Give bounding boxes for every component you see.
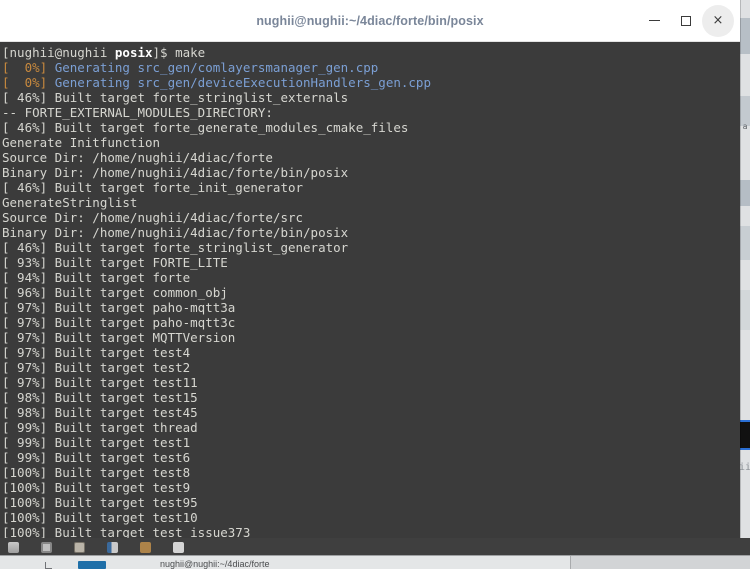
terminal-line: [ 46%] Built target forte_init_generator — [2, 180, 740, 195]
terminal-line-text: Generate Initfunction — [2, 134, 161, 150]
archive-icon[interactable] — [74, 541, 85, 553]
close-icon: × — [712, 13, 724, 28]
terminal-line-text: [100%] Built target test9 — [2, 479, 191, 495]
terminal-line-text: [ 98%] Built target test45 — [2, 404, 198, 420]
window-controls: × — [638, 0, 734, 41]
terminal-line-text: [ 94%] Built target forte — [2, 269, 191, 285]
terminal-line: [ 46%] Built target forte_stringlist_gen… — [2, 240, 740, 255]
terminal-line: [ 0%] Generating src_gen/comlayersmanage… — [2, 60, 740, 75]
terminal-line: GenerateStringlist — [2, 195, 740, 210]
terminal-line-text: [100%] Built target test95 — [2, 494, 198, 510]
terminal-line: [ 97%] Built target paho-mqtt3c — [2, 315, 740, 330]
terminal-line-text: Binary Dir: /home/nughii/4diac/forte/bin… — [2, 164, 349, 180]
terminal-line: Binary Dir: /home/nughii/4diac/forte/bin… — [2, 225, 740, 240]
terminal-line: [ 99%] Built target test1 — [2, 435, 740, 450]
terminal-line-text: [ 96%] Built target common_obj — [2, 284, 228, 300]
terminal-line: Source Dir: /home/nughii/4diac/forte — [2, 150, 740, 165]
terminal-line: [ 98%] Built target test45 — [2, 405, 740, 420]
terminal-line: [ 46%] Built target forte_stringlist_ext… — [2, 90, 740, 105]
terminal-line: [ 97%] Built target paho-mqtt3a — [2, 300, 740, 315]
minimize-icon — [648, 19, 660, 22]
terminal-line-text: [ 93%] Built target FORTE_LITE — [2, 254, 228, 270]
terminal-line: [ 99%] Built target test6 — [2, 450, 740, 465]
app-icon[interactable] — [173, 541, 184, 553]
terminal-line: [ 46%] Built target forte_generate_modul… — [2, 120, 740, 135]
terminal-line: [ 99%] Built target thread — [2, 420, 740, 435]
terminal-line-text: [ 97%] Built target test11 — [2, 374, 198, 390]
prompt-user: [nughii@nughii — [2, 45, 115, 60]
terminal-icon[interactable] — [140, 541, 151, 553]
taskbar-dock[interactable] — [0, 538, 750, 556]
folder-icon — [78, 561, 106, 569]
dock-icon-list — [0, 538, 750, 556]
terminal-line: Generate Initfunction — [2, 135, 740, 150]
maximize-icon — [681, 15, 691, 26]
terminal-line: -- FORTE_EXTERNAL_MODULES_DIRECTORY: — [2, 105, 740, 120]
terminal-line-text: Source Dir: /home/nughii/4diac/forte — [2, 149, 273, 165]
terminal-line: [ 97%] Built target MQTTVersion — [2, 330, 740, 345]
terminal-command: make — [175, 45, 206, 60]
close-button[interactable]: × — [702, 4, 734, 37]
background-window-sliver[interactable]: nughii@nughii:~/4diac/forte — [0, 555, 750, 569]
terminal-line: [ 98%] Built target test15 — [2, 390, 740, 405]
terminal-line: [100%] Built target test9 — [2, 480, 740, 495]
terminal-output[interactable]: [nughii@nughii posix]$ make[ 0%] Generat… — [0, 42, 740, 555]
terminal-line: [ 97%] Built target test4 — [2, 345, 740, 360]
minimize-button[interactable] — [638, 5, 670, 37]
expander-icon[interactable] — [45, 562, 52, 569]
terminal-line-text: GenerateStringlist — [2, 194, 138, 210]
window-title: nughii@nughii:~/4diac/forte/bin/posix — [256, 13, 484, 28]
terminal-line: [ 93%] Built target FORTE_LITE — [2, 255, 740, 270]
terminal-line-text: [ 97%] Built target test2 — [2, 359, 191, 375]
titlebar[interactable]: nughii@nughii:~/4diac/forte/bin/posix × — [0, 0, 740, 42]
terminal-line: [100%] Built target test95 — [2, 495, 740, 510]
terminal-line-text: [ 97%] Built target MQTTVersion — [2, 329, 236, 345]
terminal-line-text: Binary Dir: /home/nughii/4diac/forte/bin… — [2, 224, 349, 240]
progress-message: Generating src_gen/comlayersmanager_gen.… — [54, 59, 379, 75]
background-window-label: nughii@nughii:~/4diac/forte — [160, 559, 270, 569]
terminal-line-text: [ 46%] Built target forte_stringlist_ext… — [2, 89, 349, 105]
terminal-line-text: [ 97%] Built target paho-mqtt3a — [2, 299, 236, 315]
terminal-line: [ 97%] Built target test11 — [2, 375, 740, 390]
terminal-line: [ 94%] Built target forte — [2, 270, 740, 285]
terminal-line-text: [ 46%] Built target forte_generate_modul… — [2, 119, 409, 135]
terminal-window[interactable]: nughii@nughii:~/4diac/forte/bin/posix × … — [0, 0, 740, 555]
terminal-line: Binary Dir: /home/nughii/4diac/forte/bin… — [2, 165, 740, 180]
prompt-directory: posix — [114, 45, 153, 60]
terminal-line-text: [100%] Built target test8 — [2, 464, 191, 480]
files-icon[interactable] — [8, 541, 19, 553]
terminal-line-text: [ 46%] Built target forte_init_generator — [2, 179, 304, 195]
document-icon[interactable] — [107, 541, 118, 553]
terminal-line: [nughii@nughii posix]$ make — [2, 45, 740, 60]
desktop: s a hii nughii@nughii:~/4diac/forte/bin/… — [0, 0, 750, 569]
terminal-line: Source Dir: /home/nughii/4diac/forte/src — [2, 210, 740, 225]
terminal-line-text: Source Dir: /home/nughii/4diac/forte/src — [2, 209, 304, 225]
terminal-line-text: [ 97%] Built target test4 — [2, 344, 191, 360]
progress-message: Generating src_gen/deviceExecutionHandle… — [54, 74, 431, 90]
terminal-line-text: [ 98%] Built target test15 — [2, 389, 198, 405]
terminal-line-text: [ 46%] Built target forte_stringlist_gen… — [2, 239, 349, 255]
terminal-line: [ 0%] Generating src_gen/deviceExecution… — [2, 75, 740, 90]
prompt-symbol: ]$ — [152, 45, 176, 60]
terminal-line: [100%] Built target test10 — [2, 510, 740, 525]
terminal-line-text: [100%] Built target test10 — [2, 509, 198, 525]
terminal-line: [ 96%] Built target common_obj — [2, 285, 740, 300]
progress-percentage: [ 0%] — [2, 74, 55, 90]
maximize-button[interactable] — [670, 5, 702, 37]
terminal-line-text: [ 99%] Built target test6 — [2, 449, 191, 465]
terminal-line: [100%] Built target test8 — [2, 465, 740, 480]
terminal-line-text: [ 99%] Built target test1 — [2, 434, 191, 450]
browser-icon[interactable] — [41, 541, 52, 553]
progress-percentage: [ 0%] — [2, 59, 55, 75]
terminal-line-text: [ 97%] Built target paho-mqtt3c — [2, 314, 236, 330]
terminal-line-text: [ 99%] Built target thread — [2, 419, 198, 435]
terminal-line-text: -- FORTE_EXTERNAL_MODULES_DIRECTORY: — [2, 104, 273, 120]
terminal-line: [ 97%] Built target test2 — [2, 360, 740, 375]
